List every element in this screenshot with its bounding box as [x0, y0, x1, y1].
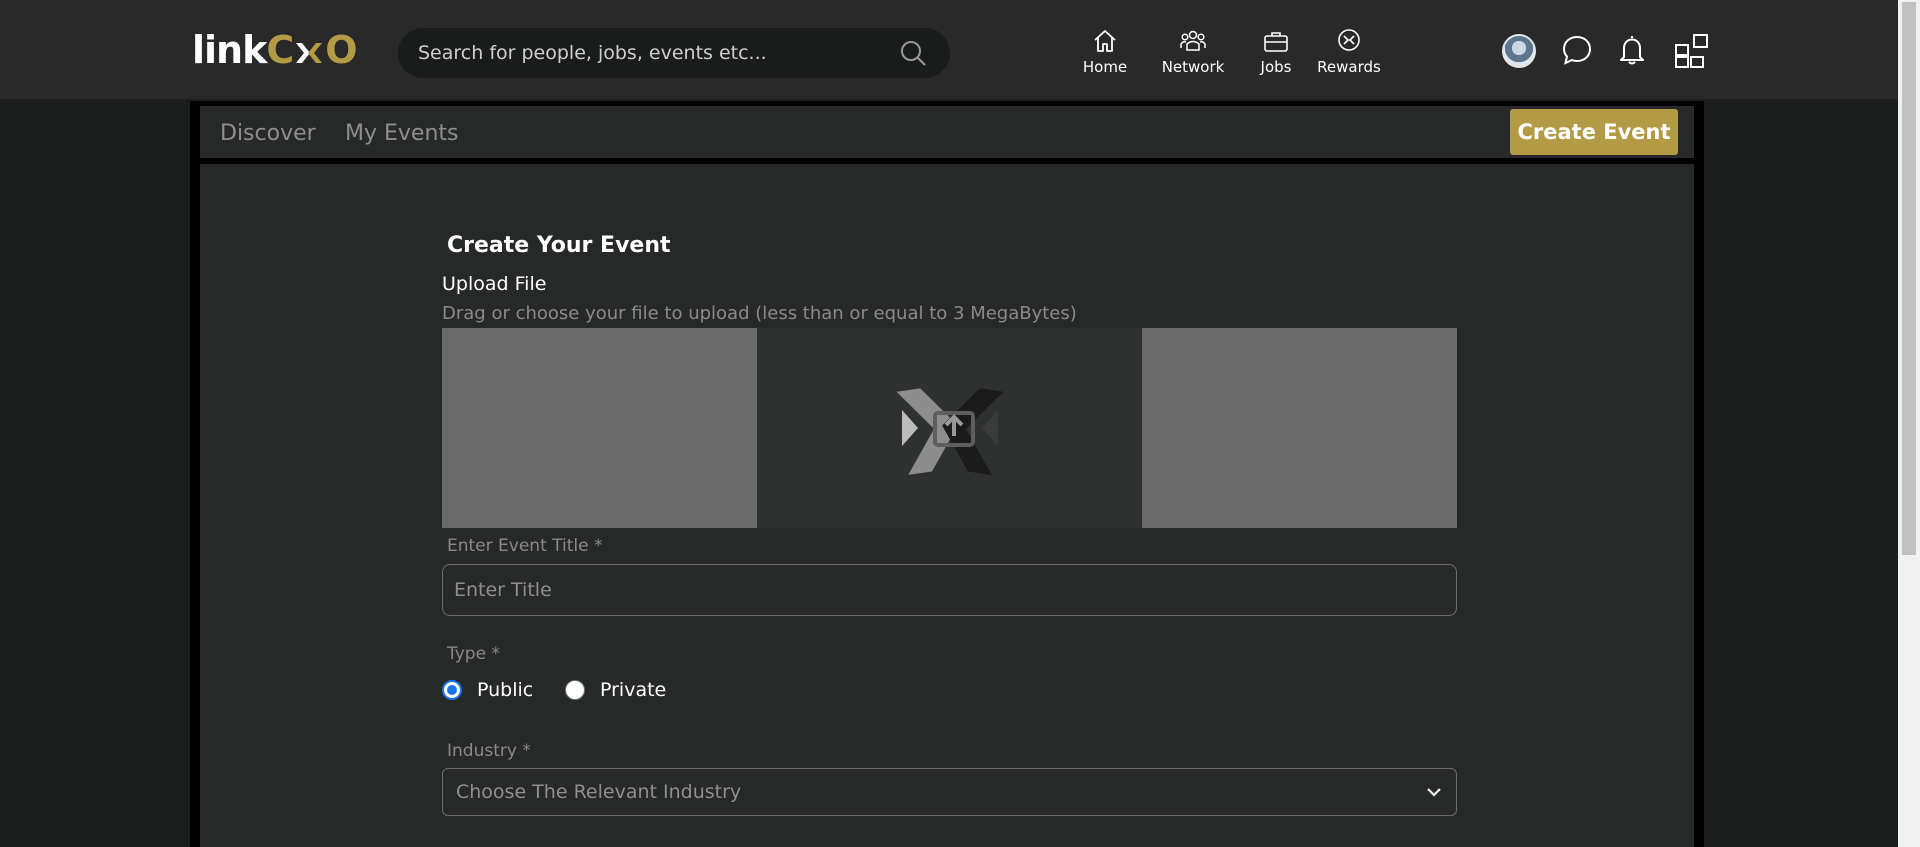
type-label: Type *: [447, 644, 500, 664]
nav-home-label: Home: [1082, 58, 1128, 76]
nav-rewards[interactable]: Rewards: [1317, 28, 1381, 76]
upload-icon: [896, 388, 1003, 475]
logo-text-c: C: [266, 28, 294, 72]
logo-text-link: link: [192, 28, 267, 72]
nav-home[interactable]: Home: [1082, 28, 1128, 76]
private-radio-label: Private: [600, 679, 667, 701]
search-bar: [398, 28, 950, 78]
search-icon[interactable]: [898, 38, 928, 68]
chevron-down-icon: [1427, 788, 1441, 797]
nav-jobs[interactable]: Jobs: [1258, 28, 1294, 76]
page-title: Create Your Event: [447, 233, 671, 258]
network-icon: [1180, 30, 1206, 51]
events-subnav: Discover My Events: [200, 106, 1694, 158]
industry-label: Industry *: [447, 741, 531, 761]
nav-rewards-label: Rewards: [1317, 58, 1381, 76]
upload-file-label: Upload File: [442, 273, 547, 295]
briefcase-icon: [1264, 32, 1288, 52]
chat-icon[interactable]: [1560, 33, 1594, 67]
top-navigation-bar: link C O Home Network: [0, 0, 1898, 99]
nav-network[interactable]: Network: [1161, 28, 1225, 76]
industry-select[interactable]: Choose The Relevant Industry: [442, 768, 1457, 816]
public-radio[interactable]: [442, 680, 462, 700]
type-option-public[interactable]: Public: [442, 679, 533, 701]
nav-network-label: Network: [1161, 58, 1225, 76]
nav-jobs-label: Jobs: [1260, 58, 1292, 76]
private-radio[interactable]: [565, 680, 585, 700]
avatar[interactable]: [1502, 34, 1536, 68]
bell-icon[interactable]: [1615, 33, 1649, 67]
public-radio-label: Public: [477, 679, 534, 701]
apps-grid-icon[interactable]: [1674, 33, 1710, 69]
upload-preview: [757, 328, 1142, 528]
logo-x-mark-icon: [294, 34, 324, 66]
industry-select-value: Choose The Relevant Industry: [456, 781, 742, 803]
scrollbar-thumb[interactable]: [1902, 2, 1916, 555]
home-icon: [1094, 30, 1116, 52]
tab-discover[interactable]: Discover: [220, 121, 316, 146]
type-option-private[interactable]: Private: [565, 679, 666, 701]
file-upload-dropzone[interactable]: [442, 328, 1457, 528]
upload-file-hint: Drag or choose your file to upload (less…: [442, 303, 1077, 324]
tab-my-events[interactable]: My Events: [345, 121, 458, 146]
event-title-input[interactable]: [442, 564, 1457, 616]
rewards-icon: [1338, 29, 1360, 51]
linkcxo-logo[interactable]: link C O: [192, 28, 358, 72]
search-input[interactable]: [398, 42, 898, 64]
create-event-button[interactable]: Create Event: [1510, 109, 1678, 155]
logo-text-o: O: [325, 28, 357, 72]
event-title-label: Enter Event Title *: [447, 536, 603, 556]
